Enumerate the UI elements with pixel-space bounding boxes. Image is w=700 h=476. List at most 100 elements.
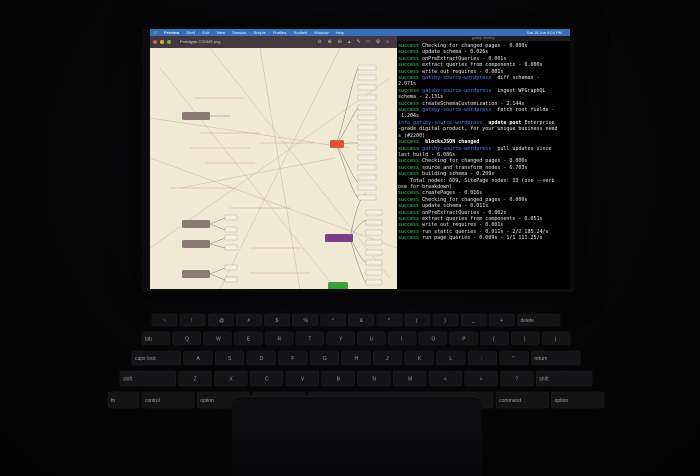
preview-toolbar-icons[interactable]: ⊙⊕⊖▴✎□⚙⌕ <box>317 36 395 48</box>
keyboard-key-label: # <box>247 318 250 324</box>
menu-item-toolbelt[interactable]: Toolbelt <box>293 29 307 36</box>
terminal-text: Checking for changed pages - 0.000s <box>419 43 528 49</box>
keyboard: ~! @ # $% ^ & *() _ + deletetab Q W E R T Y U I O P{} |caps … <box>107 313 605 409</box>
menu-item-scripts[interactable]: Scripts <box>254 29 266 36</box>
menu-item-window[interactable]: Window <box>314 29 328 36</box>
keyboard-key-label: | <box>555 337 556 343</box>
keyboard-key-label: ! <box>191 318 192 324</box>
terminal-status: success <box>398 171 420 178</box>
terminal-text: createPages - 0.016s <box>419 190 483 197</box>
terminal-text: fetch root fields - <box>491 107 555 114</box>
keyboard-key-label: F <box>291 356 294 362</box>
keyboard-key[interactable] <box>467 350 498 366</box>
laptop-screen:  Preview Shell Edit View Session Script… <box>150 29 570 289</box>
terminal-text: run page queries - 0.009s - 1/1 111.25/s <box>419 235 543 242</box>
terminal-text: onPreExtractQueries - 0.001s <box>419 55 507 62</box>
keyboard-key-label: return <box>534 356 547 362</box>
menu-item-profiles[interactable]: Profiles <box>273 29 286 36</box>
keyboard-key-label: * <box>388 318 390 324</box>
terminal-text: update schema - 0.011s <box>419 203 489 210</box>
keyboard-key-label: R <box>278 337 282 343</box>
keyboard-key-label: : <box>481 356 482 362</box>
terminal-text: extract queries from components - 0.051s <box>419 215 543 222</box>
terminal-text: onPreExtractQueries - 0.002s <box>419 209 507 216</box>
terminal-text: 1.204s <box>398 113 420 120</box>
keyboard-key-label: U <box>370 337 374 343</box>
terminal-text: ose for breakdown) <box>398 183 453 190</box>
close-button[interactable] <box>153 39 157 44</box>
keyboard-key-label: caps lock <box>135 356 156 362</box>
terminal-plugin: gatsby-source-wordpress <box>419 107 492 114</box>
terminal-text: -grade digital product, for your unique … <box>398 126 558 133</box>
keyboard-key-label: C <box>265 377 269 383</box>
terminal-status: success <box>398 68 420 75</box>
terminal-status: success <box>398 145 420 152</box>
keyboard-key-label: control <box>145 398 160 404</box>
terminal-status: success <box>398 164 420 171</box>
terminal-text: run static queries - 0.011s - 2/2 185.24… <box>419 228 549 235</box>
trackpad[interactable] <box>232 396 482 476</box>
keyboard-key-label: W <box>216 337 221 343</box>
menu-item-edit[interactable]: Edit <box>202 29 209 36</box>
terminal-line: success run page queries - 0.009s - 1/1 … <box>398 235 570 241</box>
preview-window: Prototype-CSS6IS.png ⊙⊕⊖▴✎□⚙⌕ <box>150 36 397 289</box>
keyboard-key-label: D <box>260 356 264 362</box>
menu-clock[interactable]: Sat 16 Jun 9:24 PM <box>527 29 562 36</box>
menu-item-help[interactable]: Help <box>336 29 344 36</box>
keyboard-key-label: @ <box>219 318 224 324</box>
terminal-window: gatsby develop success Checking for chan… <box>397 36 570 289</box>
zoom-button[interactable] <box>167 39 172 44</box>
terminal-text: update schema - 0.026s <box>419 49 489 56</box>
terminal-text: diff schemas - <box>491 75 540 82</box>
keyboard-key[interactable] <box>541 331 571 346</box>
keyboard-key-label: _ <box>471 318 475 324</box>
terminal-status: success <box>398 215 420 222</box>
terminal-status: success <box>398 62 420 69</box>
keyboard-key[interactable] <box>179 313 206 327</box>
keyboard-key-label: tab <box>145 337 152 343</box>
menu-app-name[interactable]: Preview <box>164 29 179 36</box>
terminal-status: success <box>398 228 420 235</box>
terminal-line: success gatsby-source-wordpress fetch ro… <box>398 107 570 113</box>
terminal-status: success <box>398 222 420 229</box>
terminal-status: success <box>398 100 420 107</box>
keyboard-key[interactable] <box>387 331 417 346</box>
keyboard-key-label: Q <box>185 337 189 343</box>
leaf-nodes <box>224 64 383 286</box>
keyboard-key-label: ? <box>515 377 518 383</box>
keyboard-key-label: Z <box>194 377 197 383</box>
terminal-status: success <box>398 203 420 210</box>
photo-scene:  Preview Shell Edit View Session Script… <box>0 0 700 476</box>
terminal-plugin: gatsby-source-wordpress <box>419 87 492 94</box>
keyboard-key-label: T <box>308 337 311 343</box>
apple-icon[interactable]:  <box>154 29 157 36</box>
menu-item-view[interactable]: View <box>216 29 225 36</box>
terminal-status: info <box>398 119 411 126</box>
minimize-button[interactable] <box>160 39 165 44</box>
hub-nodes <box>325 140 353 289</box>
menu-bar:  Preview Shell Edit View Session Script… <box>150 29 570 36</box>
keyboard-key-label: option <box>555 398 569 404</box>
mind-map-diagram <box>150 48 397 289</box>
terminal-text: extract queries from components - 0.000s <box>419 62 543 69</box>
terminal-text: write out requires - 0.001s <box>419 222 504 229</box>
keyboard-key-label: I <box>401 337 402 343</box>
menu-item-shell[interactable]: Shell <box>186 29 195 36</box>
terminal-text: blocksJSON changed <box>419 139 480 146</box>
keyboard-key-label: " <box>513 356 515 362</box>
keyboard-key-label: shift <box>539 377 549 383</box>
menu-item-session[interactable]: Session <box>232 29 246 36</box>
terminal-status: success <box>398 190 420 197</box>
terminal-status: success <box>398 87 420 94</box>
keyboard-key-label: fn <box>111 398 115 404</box>
keyboard-key-label: L <box>449 356 452 362</box>
preview-file-title: Prototype-CSS6IS.png <box>180 39 221 44</box>
terminal-status: success <box>398 43 420 49</box>
keyboard-key-label: G <box>323 356 327 362</box>
keyboard-key-label: > <box>480 377 483 383</box>
terminal-text: pull updates since <box>491 145 552 152</box>
keyboard-key-label: H <box>355 356 359 362</box>
terminal-status: success <box>398 235 420 242</box>
terminal-text: write out requires - 0.001s <box>419 68 504 75</box>
terminal-text: last build - 6.086s <box>398 151 456 158</box>
